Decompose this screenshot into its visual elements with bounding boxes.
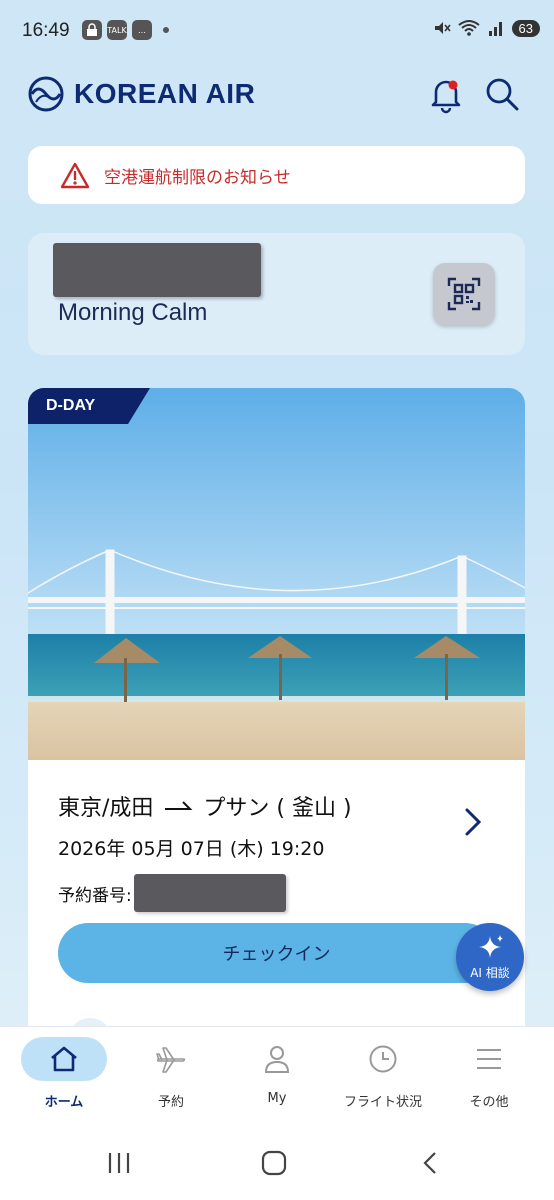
signal-icon [488, 22, 502, 36]
status-bar: 16:49 TALK … 63 [0, 0, 554, 62]
qr-code-button[interactable] [433, 263, 495, 325]
nav-item-booking[interactable]: 予約 [116, 1027, 226, 1123]
back-button[interactable] [418, 1150, 444, 1176]
upcoming-trip-card[interactable]: D-DAY 東京/成田 プサン ( 釜山 ) 2026年 05月 07日 (木)… [28, 388, 525, 1088]
route-origin: 東京/成田 [58, 796, 154, 821]
nav-home-indicator [21, 1037, 107, 1081]
status-time: 16:49 [22, 20, 70, 41]
brand-logo: KOREAN AIR [28, 76, 255, 112]
search-button[interactable] [482, 74, 522, 114]
qr-code-icon [447, 277, 481, 311]
system-navigation-bar [0, 1122, 554, 1200]
more-notifications-icon [163, 27, 169, 33]
nav-my-indicator [234, 1037, 320, 1081]
redacted-member-name [53, 243, 261, 297]
membership-card[interactable]: Morning Calm [28, 233, 525, 355]
menu-icon [477, 1049, 501, 1069]
nav-label-more: その他 [469, 1095, 509, 1110]
nav-item-more[interactable]: その他 [434, 1027, 544, 1123]
nav-item-home[interactable]: ホーム [9, 1027, 119, 1123]
battery-indicator: 63 [511, 19, 540, 37]
redacted-booking-number [133, 874, 286, 912]
airport-notice-banner[interactable]: 空港運航制限のお知らせ [28, 146, 525, 204]
status-notification-icons: TALK … [82, 20, 169, 40]
brand-name: KOREAN AIR [74, 78, 256, 109]
destination-photo [28, 388, 525, 760]
route-destination: プサン ( 釜山 ) [203, 796, 352, 821]
nav-item-my[interactable]: My [222, 1027, 332, 1123]
nav-label-booking: 予約 [157, 1095, 184, 1110]
notification-dot [448, 80, 458, 90]
booking-label: 予約番号: [58, 885, 132, 906]
bottom-navigation: ホーム 予約 My フライト状況 その他 [0, 1026, 554, 1122]
mute-icon [434, 22, 451, 34]
taegeuk-logo-icon [28, 76, 64, 112]
nav-label-home: ホーム [44, 1095, 84, 1110]
bell-icon [431, 80, 461, 114]
notifications-button[interactable] [426, 74, 466, 114]
recent-apps-button[interactable] [106, 1150, 132, 1176]
clock-icon [369, 1045, 397, 1073]
membership-tier: Morning Calm [58, 299, 208, 326]
nav-label-my: My [267, 1091, 287, 1106]
flight-route: 東京/成田 プサン ( 釜山 ) [58, 790, 352, 822]
status-system-icons: 63 [433, 19, 540, 37]
sparkle-icon [479, 934, 503, 958]
wifi-icon [457, 20, 480, 36]
home-icon [51, 1046, 77, 1072]
checkin-button[interactable]: チェックイン [58, 923, 495, 983]
trip-details-button[interactable] [458, 804, 488, 840]
ai-consult-label: AI 相談 [470, 965, 510, 980]
booking-reference: 予約番号: [58, 874, 286, 912]
notice-text: 空港運航制限のお知らせ [104, 167, 291, 188]
lock-icon [82, 20, 102, 40]
chat-icon: … [132, 20, 152, 40]
chevron-right-icon [465, 808, 482, 836]
nav-item-flight-status[interactable]: フライト状況 [328, 1027, 438, 1123]
person-icon [264, 1046, 290, 1073]
nav-more-indicator [446, 1037, 532, 1081]
nav-booking-indicator [128, 1037, 214, 1081]
warning-icon [60, 162, 90, 189]
search-icon [486, 78, 519, 111]
nav-flight-status-indicator [340, 1037, 426, 1081]
route-arrow-icon [165, 801, 193, 810]
nav-label-flight-status: フライト状況 [343, 1095, 422, 1110]
ai-consult-button[interactable]: AI 相談 [456, 923, 524, 991]
talk-icon: TALK [107, 20, 127, 40]
home-system-button[interactable] [261, 1150, 287, 1176]
plane-icon [156, 1047, 186, 1073]
departure-datetime: 2026年 05月 07日 (木) 19:20 [58, 838, 325, 860]
